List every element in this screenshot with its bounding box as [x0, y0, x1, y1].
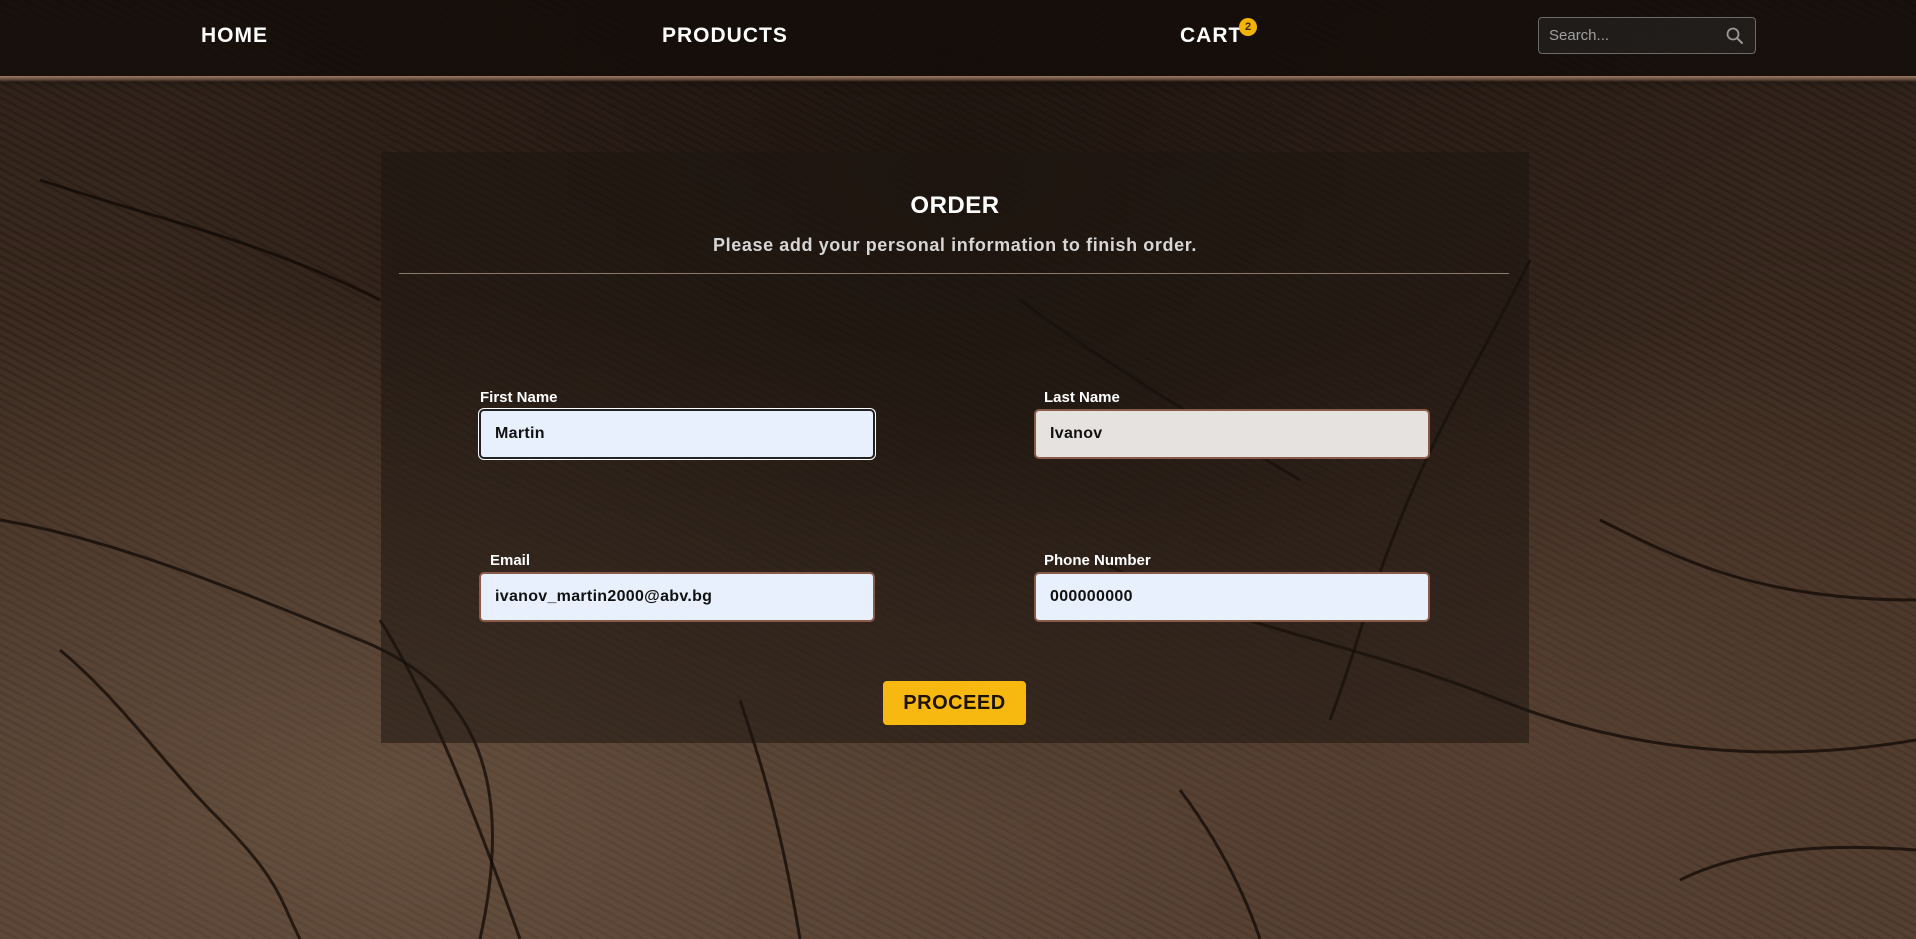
last-name-label: Last Name [1044, 389, 1120, 406]
nav-products-link[interactable]: PRODUCTS [662, 24, 788, 48]
nav-cart-link[interactable]: CART [1180, 24, 1242, 48]
phone-number-field[interactable] [1034, 572, 1430, 622]
last-name-field[interactable] [1034, 409, 1430, 459]
email-field[interactable] [479, 572, 875, 622]
phone-number-label: Phone Number [1044, 552, 1151, 569]
search-icon[interactable] [1725, 26, 1745, 46]
nav-home-link[interactable]: HOME [201, 24, 268, 48]
first-name-label: First Name [480, 389, 558, 406]
proceed-button[interactable]: PROCEED [883, 681, 1026, 725]
email-label: Email [490, 552, 531, 569]
search-box [1538, 17, 1756, 54]
cart-count-badge: 2 [1239, 18, 1257, 36]
page-subtitle: Please add your personal information to … [713, 235, 1197, 255]
first-name-field[interactable] [479, 409, 875, 459]
top-navigation-bar: HOME PRODUCTS CART 2 [0, 0, 1916, 76]
header-divider [0, 76, 1916, 82]
search-input[interactable] [1539, 18, 1719, 53]
page-title: ORDER [910, 192, 1000, 219]
section-divider [399, 273, 1509, 274]
